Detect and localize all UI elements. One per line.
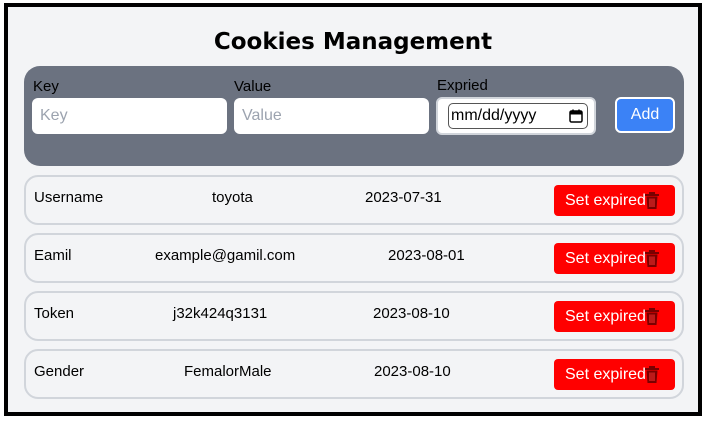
value-input[interactable]: Value: [234, 98, 429, 134]
cookie-date: 2023-08-10: [373, 305, 450, 322]
set-expired-button[interactable]: Set expired: [554, 185, 675, 216]
set-expired-button[interactable]: Set expired: [554, 243, 675, 274]
cookie-value: j32k424q3131: [173, 305, 268, 322]
cookie-key: Gender: [34, 363, 85, 380]
key-label: Key: [33, 78, 59, 95]
cookie-date: 2023-08-01: [388, 247, 465, 264]
set-expired-label: Set expired: [565, 366, 646, 383]
cookie-key: Username: [34, 189, 104, 206]
cookie-row: Eamil example@gamil.com 2023-08-01 Set e…: [24, 233, 684, 283]
set-expired-label: Set expired: [565, 308, 646, 325]
cookie-row: Gender FemalorMale 2023-08-10 Set expire…: [24, 349, 684, 399]
cookie-date: 2023-08-10: [374, 363, 451, 380]
cookie-key: Token: [34, 305, 75, 322]
date-input[interactable]: mm/dd/yyyy: [448, 103, 588, 129]
cookie-value: example@gamil.com: [155, 247, 296, 264]
cookie-date: 2023-07-31: [365, 189, 442, 206]
cookie-row: Token j32k424q3131 2023-08-10 Set expire…: [24, 291, 684, 341]
set-expired-button[interactable]: Set expired: [554, 359, 675, 390]
calendar-icon[interactable]: [569, 109, 583, 123]
expired-date-field[interactable]: mm/dd/yyyy: [436, 97, 596, 135]
set-expired-button[interactable]: Set expired: [554, 301, 675, 332]
set-expired-label: Set expired: [565, 192, 646, 209]
cookie-value: FemalorMale: [184, 363, 272, 380]
add-button[interactable]: Add: [615, 97, 675, 133]
cookie-key: Eamil: [34, 247, 72, 264]
date-placeholder: mm/dd/yyyy: [451, 107, 537, 124]
trash-icon: [645, 250, 659, 267]
cookie-row: Username toyota 2023-07-31 Set expired: [24, 175, 684, 225]
page-title: Cookies Management: [213, 29, 493, 55]
app-frame: Cookies Management Key Key Value Value E…: [4, 3, 702, 416]
value-label: Value: [234, 78, 272, 95]
trash-icon: [645, 192, 659, 209]
add-cookie-form: Key Key Value Value Expried mm/dd/yyyy A…: [24, 66, 684, 166]
trash-icon: [645, 308, 659, 325]
cookie-value: toyota: [212, 189, 253, 206]
trash-icon: [645, 366, 659, 383]
expired-label: Expried: [437, 77, 488, 94]
key-input[interactable]: Key: [32, 98, 227, 134]
set-expired-label: Set expired: [565, 250, 646, 267]
